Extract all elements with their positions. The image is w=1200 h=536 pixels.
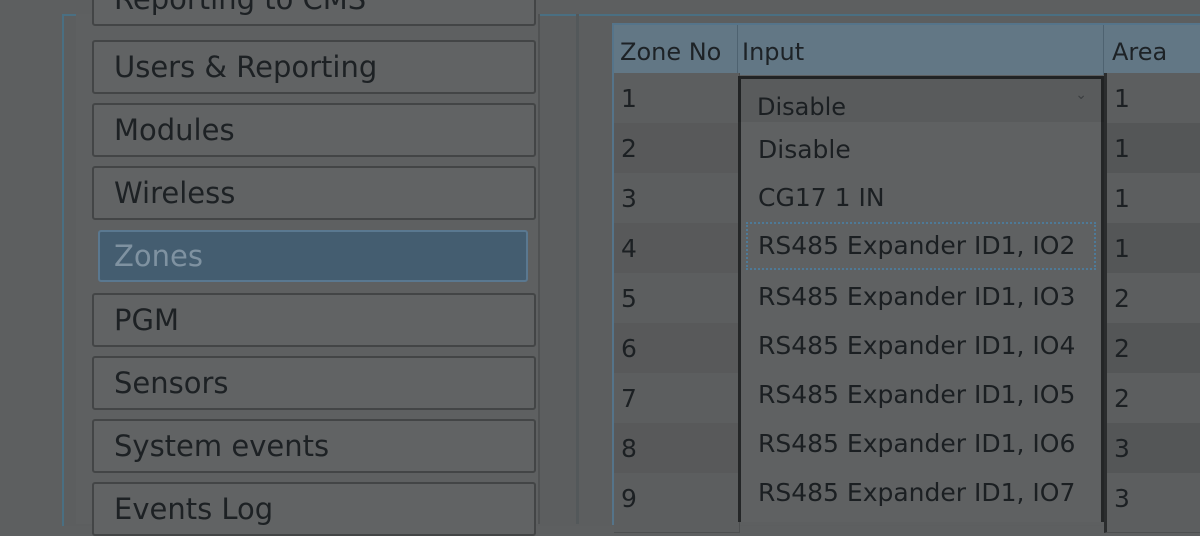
input-dropdown-value: Disable [757,93,847,121]
input-dropdown-list: Disable CG17 1 IN RS485 Expander ID1, IO… [738,122,1104,522]
nav-button-pgm[interactable]: PGM [92,293,536,347]
nav-button-zones[interactable]: Zones [98,230,528,282]
column-header-zone-no[interactable]: Zone No [614,25,738,75]
nav-button-system-events[interactable]: System events [92,419,536,473]
nav-button-modules[interactable]: Modules [92,103,536,157]
nav-button-wireless[interactable]: Wireless [92,166,536,220]
pane-divider[interactable] [576,14,579,524]
area-cell[interactable]: 3 [1104,473,1200,533]
input-dropdown[interactable]: Disable ⌄ [738,76,1104,122]
dropdown-option-highlighted[interactable]: RS485 Expander ID1, IO2 [746,222,1096,270]
dropdown-option[interactable]: RS485 Expander ID1, IO5 [746,371,1096,419]
zone-no-cell[interactable]: 9 [614,473,740,533]
dropdown-option[interactable]: RS485 Expander ID1, IO6 [746,420,1096,468]
nav-button-sensors[interactable]: Sensors [92,356,536,410]
nav-button-events-log[interactable]: Events Log [92,482,536,536]
nav-button-users-reporting[interactable]: Users & Reporting [92,40,536,94]
column-header-input[interactable]: Input [738,25,1104,75]
dropdown-option[interactable]: RS485 Expander ID1, IO3 [746,273,1096,321]
nav-button-reporting-to-cms[interactable]: Reporting to CMS [92,0,536,26]
dropdown-option[interactable]: RS485 Expander ID1, IO4 [746,322,1096,370]
dropdown-option[interactable]: Disable [746,126,1096,174]
chevron-down-icon[interactable]: ⌄ [1075,87,1087,103]
dropdown-option[interactable]: CG17 1 IN [746,174,1096,222]
column-header-area[interactable]: Area [1104,25,1200,75]
dropdown-option[interactable]: RS485 Expander ID1, IO7 [746,469,1096,517]
